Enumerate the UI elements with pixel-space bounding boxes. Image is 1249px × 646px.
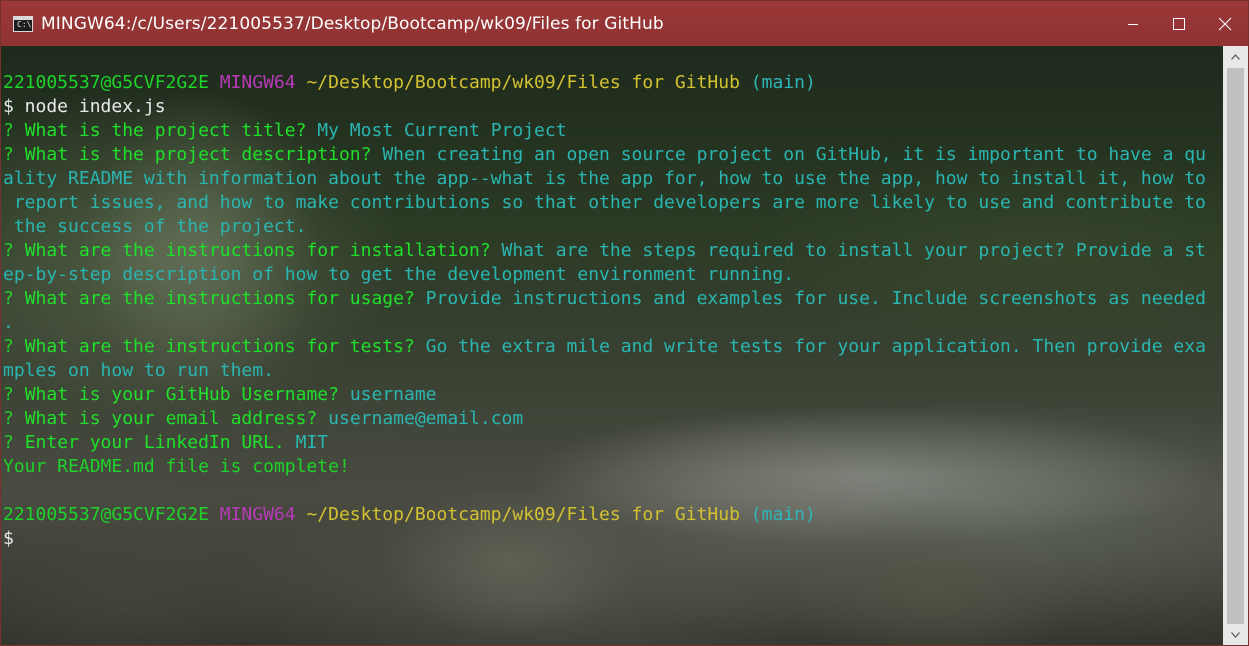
vertical-scrollbar[interactable]	[1223, 46, 1248, 645]
question-mark: ?	[3, 408, 14, 429]
prompt-line: 221005537@G5CVF2G2E MINGW64 ~/Desktop/Bo…	[3, 71, 1223, 95]
prompt-branch: (main)	[750, 504, 816, 525]
scroll-up-button[interactable]	[1223, 46, 1248, 68]
scroll-down-arrow-icon	[1231, 632, 1240, 638]
maximize-icon	[1173, 17, 1185, 30]
question-text: What is your email address?	[24, 408, 318, 429]
answer-text: Provide instructions and examples for us…	[425, 288, 1206, 309]
answer-continuation: .	[3, 312, 14, 333]
prompt-system: MINGW64	[219, 504, 296, 525]
qa-line: ? What is the project title? My Most Cur…	[3, 119, 1223, 143]
answer-text: My Most Current Project	[317, 120, 567, 141]
question-text: What is the project description?	[24, 144, 372, 165]
prompt-user-host: 221005537@G5CVF2G2E	[3, 504, 209, 525]
question-text: What is the project title?	[24, 120, 307, 141]
qa-line: ? What is the project description? When …	[3, 143, 1223, 167]
answer-text: username@email.com	[328, 408, 524, 429]
question-text: What is your GitHub Username?	[24, 384, 339, 405]
answer-continuation: ep-by-step description of how to get the…	[3, 264, 795, 285]
input-prompt[interactable]: $	[3, 527, 1223, 551]
question-mark: ?	[3, 288, 14, 309]
prompt-line: 221005537@G5CVF2G2E MINGW64 ~/Desktop/Bo…	[3, 503, 1223, 527]
minimize-icon	[1128, 23, 1138, 25]
complete-message: Your README.md file is complete!	[3, 456, 350, 477]
close-icon	[1218, 17, 1232, 30]
qa-line: ? What is your GitHub Username? username	[3, 383, 1223, 407]
answer-text: Go the extra mile and write tests for yo…	[425, 336, 1206, 357]
answer-text: When creating an open source project on …	[382, 144, 1206, 165]
answer-text: What are the steps required to install y…	[501, 240, 1206, 261]
prompt-path: ~/Desktop/Bootcamp/wk09/Files for GitHub	[306, 72, 740, 93]
answer-continuation: mples on how to run them.	[3, 360, 274, 381]
command-line: $ node index.js	[3, 96, 166, 117]
prompt-user-host: 221005537@G5CVF2G2E	[3, 72, 209, 93]
maximize-button[interactable]	[1156, 1, 1202, 46]
scroll-down-button[interactable]	[1223, 624, 1248, 645]
console-app-icon[interactable]: C:\	[13, 15, 33, 32]
question-text: What are the instructions for tests?	[24, 336, 415, 357]
prompt-system: MINGW64	[219, 72, 296, 93]
terminal-output[interactable]: 221005537@G5CVF2G2E MINGW64 ~/Desktop/Bo…	[1, 46, 1223, 645]
answer-continuation: ality README with information about the …	[3, 168, 1206, 189]
answer-continuation: report issues, and how to make contribut…	[3, 192, 1206, 213]
window-controls	[1110, 1, 1248, 46]
title-bar[interactable]: C:\ MINGW64:/c/Users/221005537/Desktop/B…	[1, 1, 1248, 46]
question-mark: ?	[3, 432, 14, 453]
answer-text: username	[349, 384, 437, 405]
prompt-path: ~/Desktop/Bootcamp/wk09/Files for GitHub	[306, 504, 740, 525]
qa-line: ? Enter your LinkedIn URL. MIT	[3, 431, 1223, 455]
question-text: What are the instructions for installati…	[24, 240, 491, 261]
qa-line: ? What are the instructions for installa…	[3, 239, 1223, 263]
terminal-window: C:\ MINGW64:/c/Users/221005537/Desktop/B…	[0, 0, 1249, 646]
minimize-button[interactable]	[1110, 1, 1156, 46]
terminal-lines: 221005537@G5CVF2G2E MINGW64 ~/Desktop/Bo…	[3, 71, 1223, 551]
question-mark: ?	[3, 336, 14, 357]
question-mark: ?	[3, 144, 14, 165]
scroll-up-arrow-icon	[1231, 54, 1240, 60]
scroll-thumb[interactable]	[1227, 68, 1244, 624]
question-mark: ?	[3, 120, 14, 141]
answer-continuation: the success of the project.	[3, 216, 307, 237]
qa-line: ? What are the instructions for tests? G…	[3, 335, 1223, 359]
qa-line: ? What is your email address? username@e…	[3, 407, 1223, 431]
question-mark: ?	[3, 240, 14, 261]
question-mark: ?	[3, 384, 14, 405]
window-title: MINGW64:/c/Users/221005537/Desktop/Bootc…	[41, 13, 664, 34]
qa-line: ? What are the instructions for usage? P…	[3, 287, 1223, 311]
question-text: What are the instructions for usage?	[24, 288, 415, 309]
question-text: Enter your LinkedIn URL.	[24, 432, 285, 453]
close-button[interactable]	[1202, 1, 1248, 46]
answer-text: MIT	[295, 432, 329, 453]
prompt-branch: (main)	[750, 72, 816, 93]
